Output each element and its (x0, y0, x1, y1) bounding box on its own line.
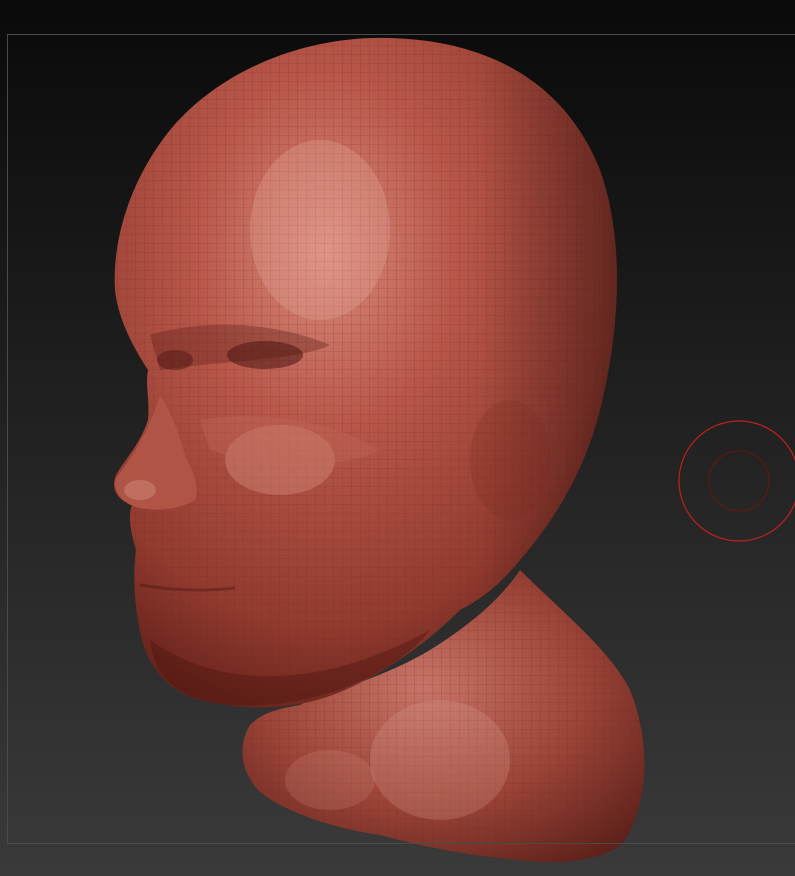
brush-outer-ring (678, 420, 795, 542)
brush-inner-ring (708, 450, 770, 512)
brush-cursor-icon[interactable] (678, 420, 795, 542)
head-model[interactable] (0, 0, 795, 876)
sculpt-viewport[interactable] (0, 0, 795, 876)
